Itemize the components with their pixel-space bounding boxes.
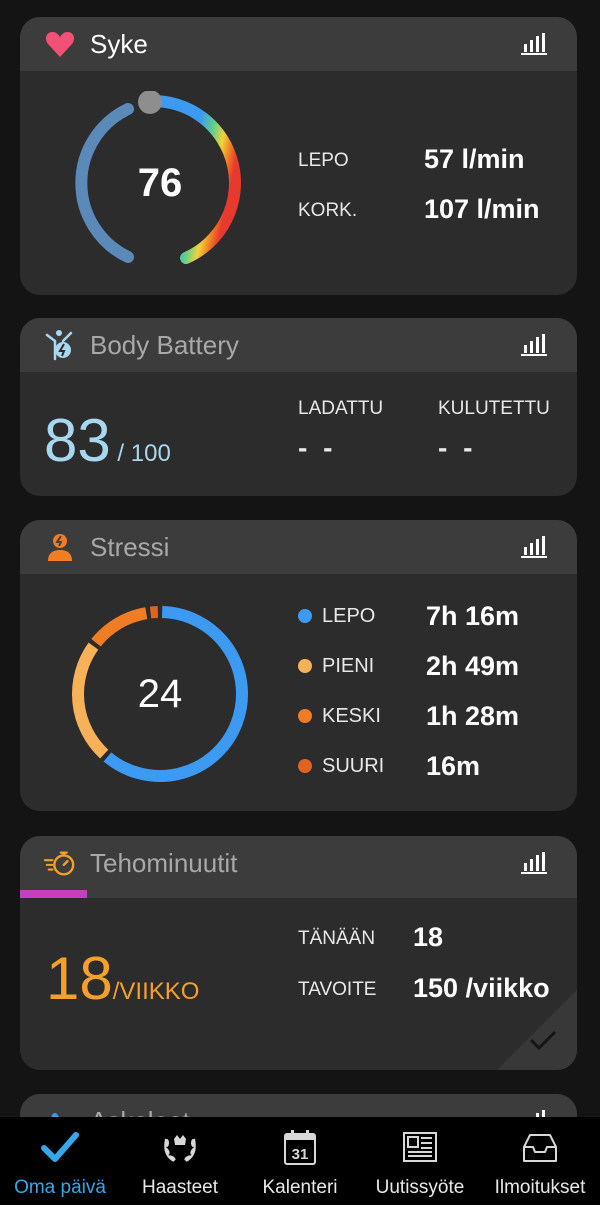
legend-value: 7h 16m [426, 600, 520, 631]
nav-haasteet[interactable]: Haasteet [120, 1117, 240, 1205]
heart-rate-current: 76 [137, 160, 183, 205]
today-label: TÄNÄÄN [298, 928, 376, 949]
today-value: 18 [413, 922, 444, 952]
nav-label: Ilmoitukset [494, 1177, 586, 1198]
legend-dot [298, 609, 312, 623]
bar-chart-icon[interactable] [521, 333, 547, 357]
stress-legend-row: SUURI 16m [298, 751, 480, 781]
charged-label: LADATTU [298, 398, 384, 419]
intensity-weekly-value: 18/VIIKKO [46, 945, 200, 1012]
laurel-icon [160, 1127, 200, 1167]
intensity-progress-bar [20, 890, 577, 898]
nav-label: Kalenteri [262, 1177, 338, 1198]
stress-title: Stressi [90, 531, 170, 562]
checkmark-icon [40, 1127, 80, 1167]
stress-person-icon [44, 531, 76, 563]
stress-legend-row: PIENI 2h 49m [298, 651, 519, 681]
heart-icon [44, 28, 76, 60]
rest-hr-label: LEPO [298, 150, 349, 171]
stress-legend-row: KESKI 1h 28m [298, 701, 519, 731]
intensity-header: Tehominuutit [20, 836, 577, 890]
legend-value: 16m [426, 750, 481, 781]
stress-value: 24 [137, 671, 183, 716]
nav-kalenteri[interactable]: 31 Kalenteri [240, 1117, 360, 1205]
bar-chart-icon[interactable] [521, 535, 547, 559]
bottom-navigation: Oma päivä Haasteet 31 Kalenteri Uutissyö… [0, 1117, 600, 1205]
body-battery-title: Body Battery [90, 329, 239, 360]
intensity-minutes-card[interactable]: Tehominuutit 18/VIIKKO TÄNÄÄN 18 TAVOITE… [20, 836, 577, 1070]
body-battery-header: Body Battery [20, 318, 577, 372]
intensity-unit: /VIIKKO [112, 978, 200, 1005]
heart-rate-card[interactable]: Syke 76 LEPO 57 l/min KORK. 107 l/min [20, 17, 577, 295]
legend-label: PIENI [322, 654, 375, 677]
body-battery-icon [44, 329, 76, 361]
body-battery-max: / 100 [110, 440, 171, 467]
legend-value: 1h 28m [426, 700, 520, 731]
goal-label: TAVOITE [298, 979, 377, 1000]
legend-dot [298, 709, 312, 723]
bar-chart-icon[interactable] [521, 32, 547, 56]
body-battery-card[interactable]: Body Battery 83 / 100 LADATTU - - KULUTE… [20, 318, 577, 496]
legend-dot [298, 759, 312, 773]
max-hr-value: 107 l/min [424, 194, 540, 224]
calendar-day: 31 [292, 1146, 309, 1163]
legend-label: LEPO [322, 604, 376, 627]
charged-value: - - [298, 432, 337, 463]
max-hr-label: KORK. [298, 200, 358, 221]
calendar-icon: 31 [280, 1127, 320, 1167]
body-battery-value: 83 / 100 [44, 407, 171, 474]
legend-dot [298, 659, 312, 673]
nav-ilmoitukset[interactable]: Ilmoitukset [480, 1117, 600, 1205]
heart-rate-title: Syke [90, 28, 148, 59]
bar-chart-icon[interactable] [521, 851, 547, 875]
nav-uutissyote[interactable]: Uutissyöte [360, 1117, 480, 1205]
drained-value: - - [438, 432, 477, 463]
heart-rate-gauge: 76 [68, 90, 252, 275]
legend-label: KESKI [322, 704, 381, 727]
nav-oma-paiva[interactable]: Oma päivä [0, 1117, 120, 1205]
nav-label: Uutissyöte [375, 1177, 465, 1198]
inbox-icon [520, 1127, 560, 1167]
legend-value: 2h 49m [426, 650, 520, 681]
rest-hr-value: 57 l/min [424, 144, 525, 174]
stopwatch-icon [44, 847, 76, 879]
nav-label: Oma päivä [14, 1177, 106, 1198]
nav-label: Haasteet [141, 1177, 219, 1198]
heart-rate-header: Syke [20, 17, 577, 71]
drained-label: KULUTETTU [438, 398, 550, 419]
stress-legend-row: LEPO 7h 16m [298, 601, 519, 631]
newsfeed-icon [400, 1127, 440, 1167]
my-day-screen: Syke 76 LEPO 57 l/min KORK. 107 l/min Bo… [0, 0, 600, 1205]
stress-gauge: 24 [68, 602, 252, 786]
goal-check-icon [497, 990, 577, 1070]
intensity-progress-fill [20, 890, 87, 898]
stress-card[interactable]: Stressi 24 LEPO 7h 16m PIENI 2h 49m KESK… [20, 520, 577, 811]
legend-label: SUURI [322, 754, 385, 777]
intensity-title: Tehominuutit [90, 847, 238, 878]
stress-header: Stressi [20, 520, 577, 574]
